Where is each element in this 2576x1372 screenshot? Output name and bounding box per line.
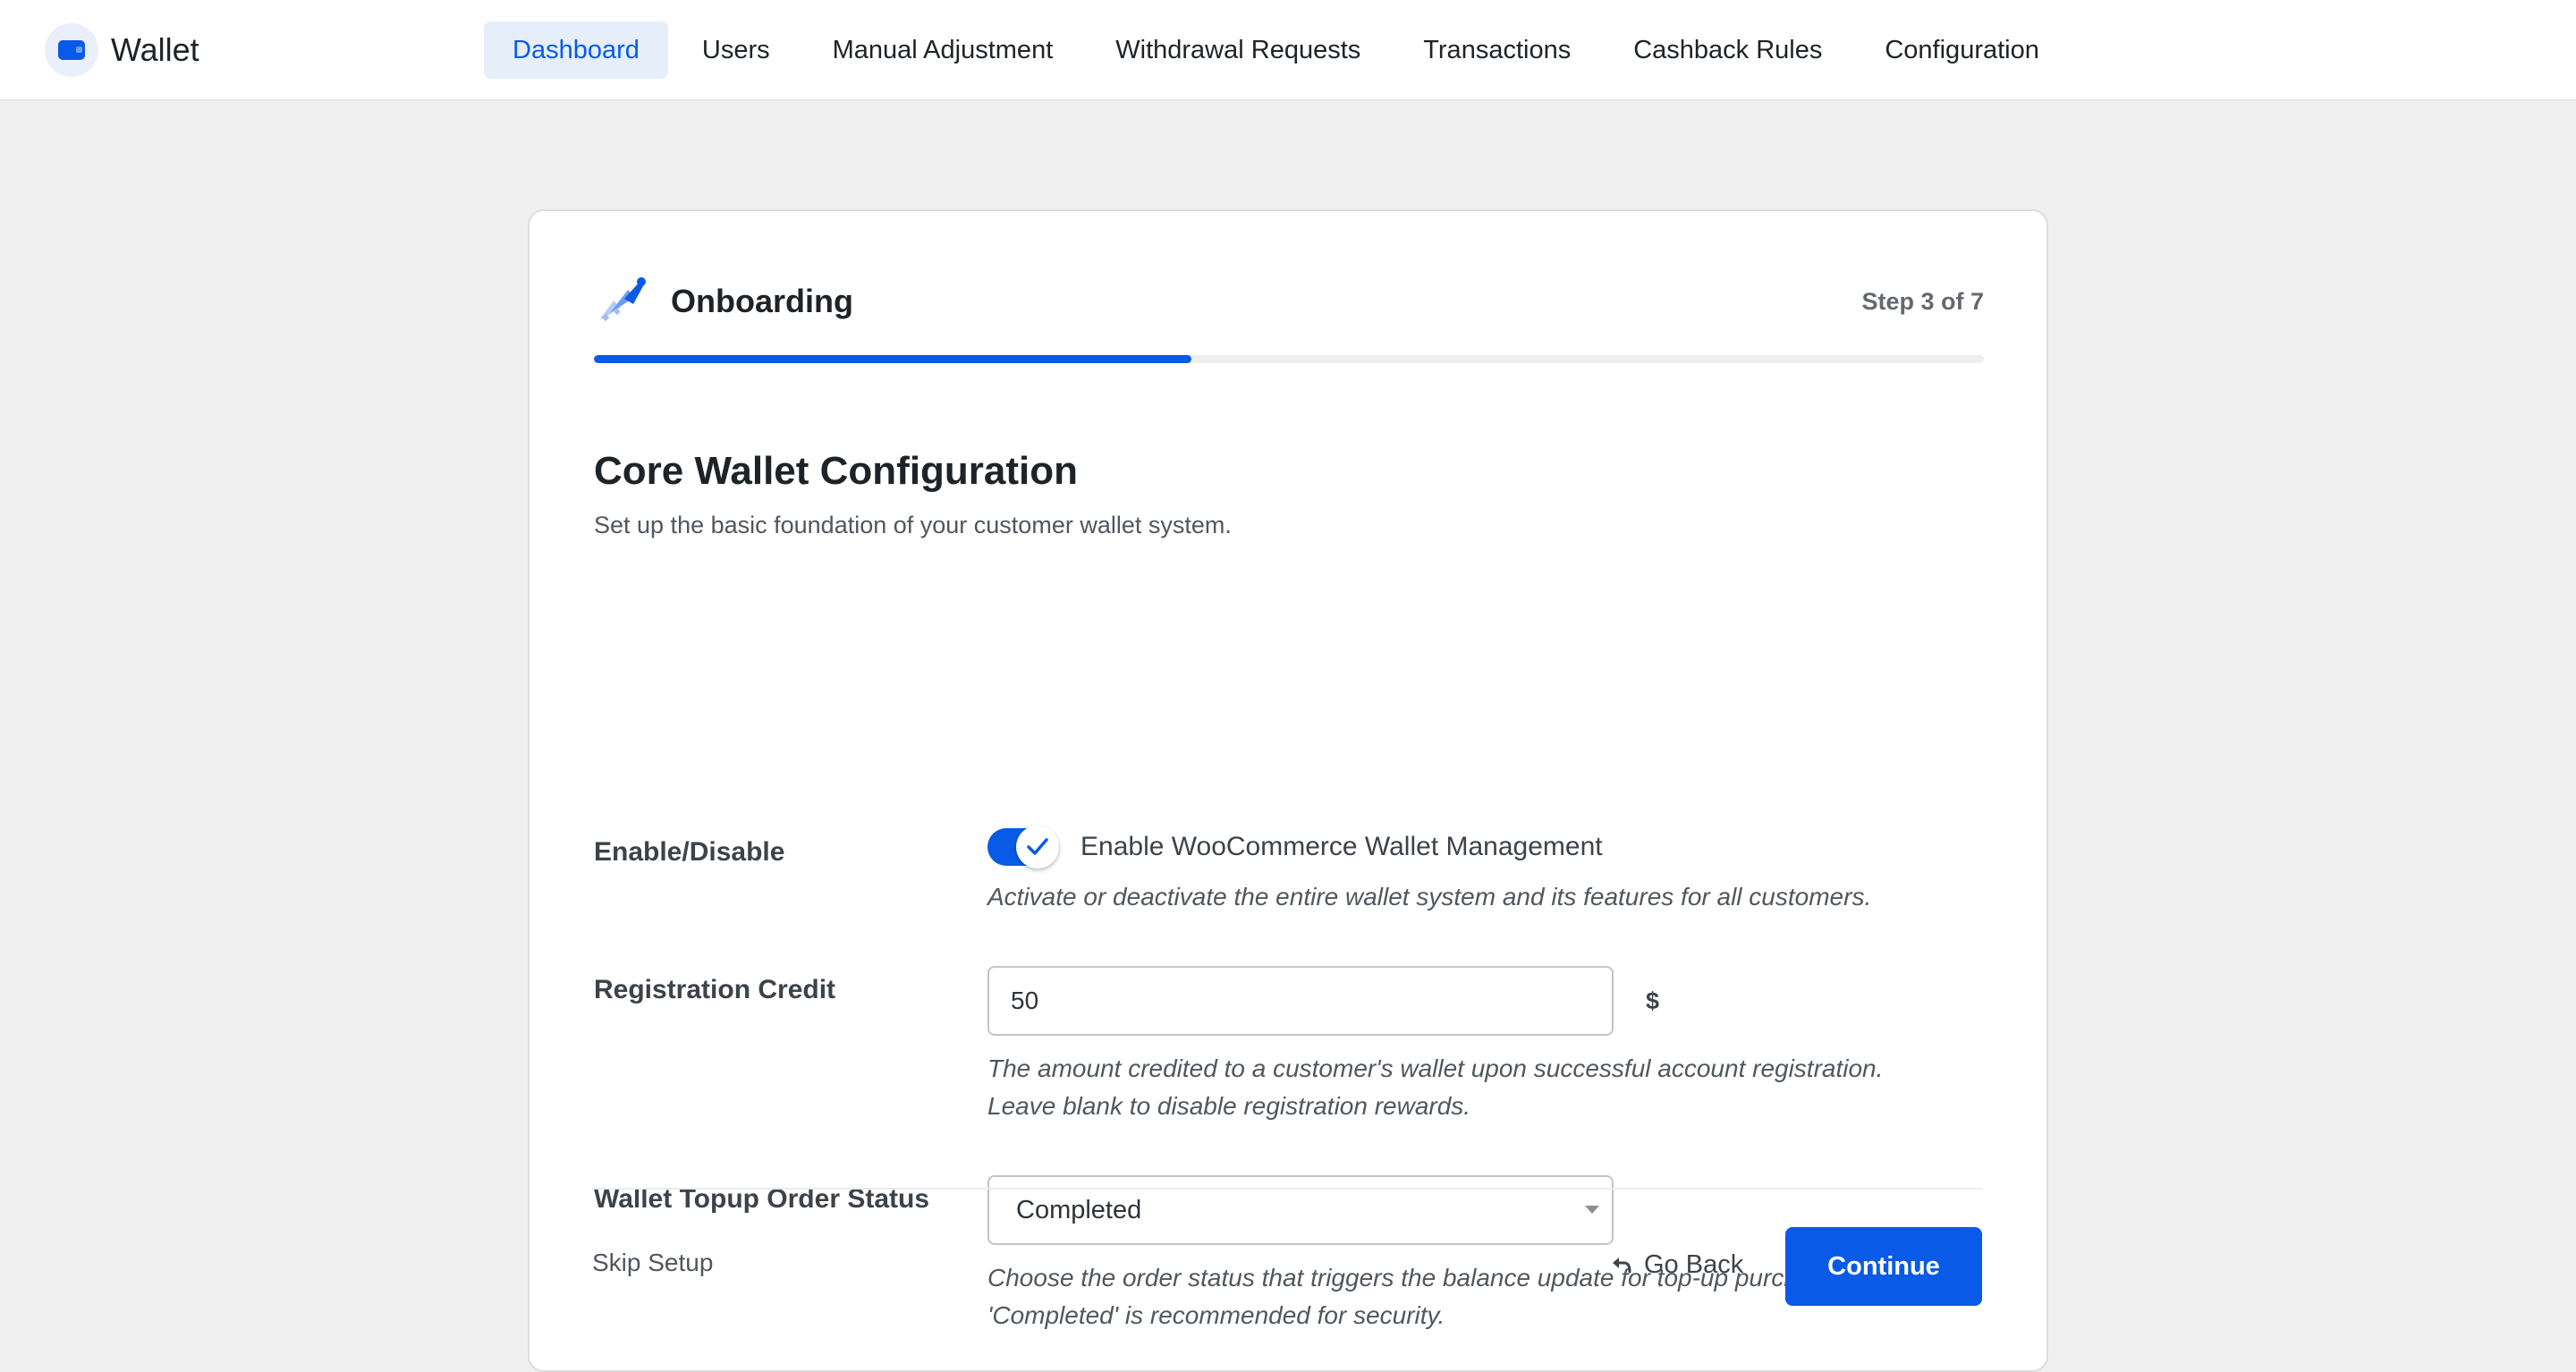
undo-arrow-icon: [1610, 1254, 1633, 1275]
enable-help-text: Activate or deactivate the entire wallet…: [987, 883, 1872, 910]
footer-divider: [592, 1188, 1982, 1190]
nav-item-users[interactable]: Users: [674, 21, 799, 79]
go-back-label: Go Back: [1644, 1249, 1744, 1279]
registration-credit-field: $ The amount credited to a customer's wa…: [987, 966, 1984, 1125]
brand[interactable]: Wallet: [45, 23, 199, 77]
enable-disable-label: Enable/Disable: [594, 837, 785, 867]
wallet-icon: [45, 23, 98, 77]
enable-disable-field: Enable WooCommerce Wallet Management Act…: [987, 825, 1984, 916]
nav-item-cashback-rules[interactable]: Cashback Rules: [1605, 21, 1851, 79]
registration-credit-help-line-1: The amount credited to a customer's wall…: [987, 1054, 1884, 1082]
onboarding-card: Onboarding Step 3 of 7 Core Wallet Confi…: [528, 209, 2048, 1372]
go-back-button[interactable]: Go Back: [1610, 1240, 1743, 1290]
registration-credit-input[interactable]: [987, 966, 1614, 1036]
check-icon: [1016, 826, 1059, 868]
enable-wallet-toggle-label: Enable WooCommerce Wallet Management: [1080, 832, 1603, 861]
progress-bar-fill: [594, 355, 1192, 363]
enable-wallet-toggle[interactable]: [987, 826, 1059, 868]
onboarding-title: Onboarding: [671, 283, 853, 319]
skip-setup-link[interactable]: Skip Setup: [592, 1249, 713, 1277]
main-nav: Dashboard Users Manual Adjustment Withdr…: [484, 21, 2073, 79]
registration-credit-help-line-2: Leave blank to disable registration rewa…: [987, 1092, 1471, 1120]
onboarding-header: Onboarding Step 3 of 7: [594, 274, 1984, 329]
continue-button[interactable]: Continue: [1785, 1227, 1982, 1306]
nav-item-configuration[interactable]: Configuration: [1856, 21, 2068, 79]
nav-item-transactions[interactable]: Transactions: [1394, 21, 1599, 79]
topup-status-select[interactable]: Completed: [987, 1175, 1614, 1245]
registration-credit-label: Registration Credit: [594, 975, 836, 1004]
brand-title: Wallet: [111, 31, 199, 68]
top-navigation-bar: Wallet Dashboard Users Manual Adjustment…: [0, 0, 2576, 101]
step-indicator: Step 3 of 7: [1861, 288, 1984, 315]
progress-bar: [594, 355, 1984, 363]
section-description: Set up the basic foundation of your cust…: [594, 512, 1232, 538]
nav-item-manual-adjustment[interactable]: Manual Adjustment: [804, 21, 1082, 79]
section-title: Core Wallet Configuration: [594, 449, 1079, 493]
nav-item-dashboard[interactable]: Dashboard: [484, 21, 668, 79]
chevron-down-icon: [1585, 1206, 1599, 1214]
nav-item-withdrawal-requests[interactable]: Withdrawal Requests: [1087, 21, 1389, 79]
rocket-icon: [599, 277, 646, 322]
currency-unit: $: [1646, 987, 1660, 1014]
